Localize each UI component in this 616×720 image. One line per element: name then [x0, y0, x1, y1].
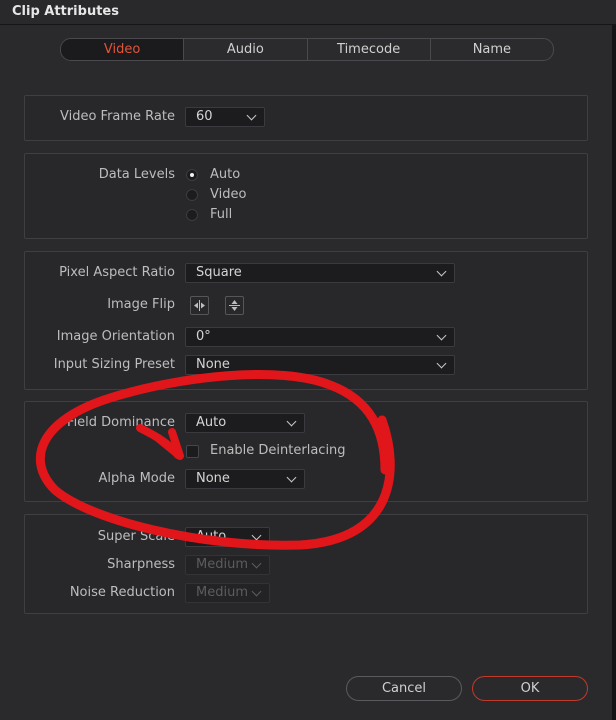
noise-reduction-label: Noise Reduction [69, 585, 175, 600]
enable-deinterlacing-label: Enable Deinterlacing [210, 443, 346, 458]
video-frame-rate-value: 60 [196, 109, 213, 124]
chevron-down-icon [251, 586, 262, 597]
super-scale-dropdown[interactable]: Auto [185, 527, 270, 547]
image-orientation-value: 0° [196, 329, 211, 344]
data-levels-auto-radio[interactable] [186, 169, 198, 181]
sharpness-value: Medium [196, 557, 248, 572]
chevron-down-icon [286, 416, 297, 427]
pixel-aspect-ratio-value: Square [196, 265, 242, 280]
super-scale-label: Super Scale [97, 529, 175, 544]
tab-audio[interactable]: Audio [183, 39, 306, 60]
image-flip-label: Image Flip [107, 297, 175, 312]
background-strip [612, 25, 616, 720]
chevron-down-icon [251, 558, 262, 569]
field-dominance-dropdown[interactable]: Auto [185, 413, 305, 433]
field-dominance-label: Field Dominance [67, 415, 175, 430]
tab-video[interactable]: Video [61, 39, 184, 60]
tab-timecode[interactable]: Timecode [306, 39, 430, 60]
field-dominance-value: Auto [196, 415, 227, 430]
input-sizing-preset-dropdown[interactable]: None [185, 355, 455, 375]
super-scale-value: Auto [196, 529, 227, 544]
chevron-down-icon [246, 110, 257, 121]
flip-horizontal-icon[interactable] [190, 296, 209, 315]
alpha-mode-label: Alpha Mode [98, 471, 175, 486]
chevron-down-icon [251, 530, 262, 541]
noise-reduction-value: Medium [196, 585, 248, 600]
chevron-down-icon [436, 266, 447, 277]
tab-bar: Video Audio Timecode Name [60, 38, 554, 61]
data-levels-label: Data Levels [98, 167, 175, 182]
flip-vertical-icon[interactable] [225, 296, 244, 315]
input-sizing-preset-value: None [196, 357, 230, 372]
chevron-down-icon [286, 472, 297, 483]
sharpness-label: Sharpness [107, 557, 175, 572]
chevron-down-icon [436, 330, 447, 341]
data-levels-video-radio[interactable] [186, 189, 198, 201]
sharpness-dropdown: Medium [185, 555, 270, 575]
chevron-down-icon [436, 358, 447, 369]
enable-deinterlacing-checkbox[interactable] [186, 445, 199, 458]
data-levels-video-label: Video [210, 187, 247, 202]
cancel-button[interactable]: Cancel [346, 676, 462, 701]
alpha-mode-dropdown[interactable]: None [185, 469, 305, 489]
tab-name[interactable]: Name [429, 39, 553, 60]
video-frame-rate-dropdown[interactable]: 60 [185, 107, 265, 127]
input-sizing-preset-label: Input Sizing Preset [53, 357, 175, 372]
data-levels-group [24, 153, 588, 239]
noise-reduction-dropdown: Medium [185, 583, 270, 603]
data-levels-auto-label: Auto [210, 167, 241, 182]
video-frame-rate-label: Video Frame Rate [59, 109, 175, 124]
ok-button[interactable]: OK [472, 676, 588, 701]
image-orientation-dropdown[interactable]: 0° [185, 327, 455, 347]
alpha-mode-value: None [196, 471, 230, 486]
pixel-aspect-ratio-dropdown[interactable]: Square [185, 263, 455, 283]
window-title: Clip Attributes [12, 4, 119, 19]
title-bar: Clip Attributes [0, 0, 616, 25]
image-orientation-label: Image Orientation [56, 329, 175, 344]
data-levels-full-radio[interactable] [186, 209, 198, 221]
pixel-aspect-ratio-label: Pixel Aspect Ratio [59, 265, 175, 280]
data-levels-full-label: Full [210, 207, 233, 222]
